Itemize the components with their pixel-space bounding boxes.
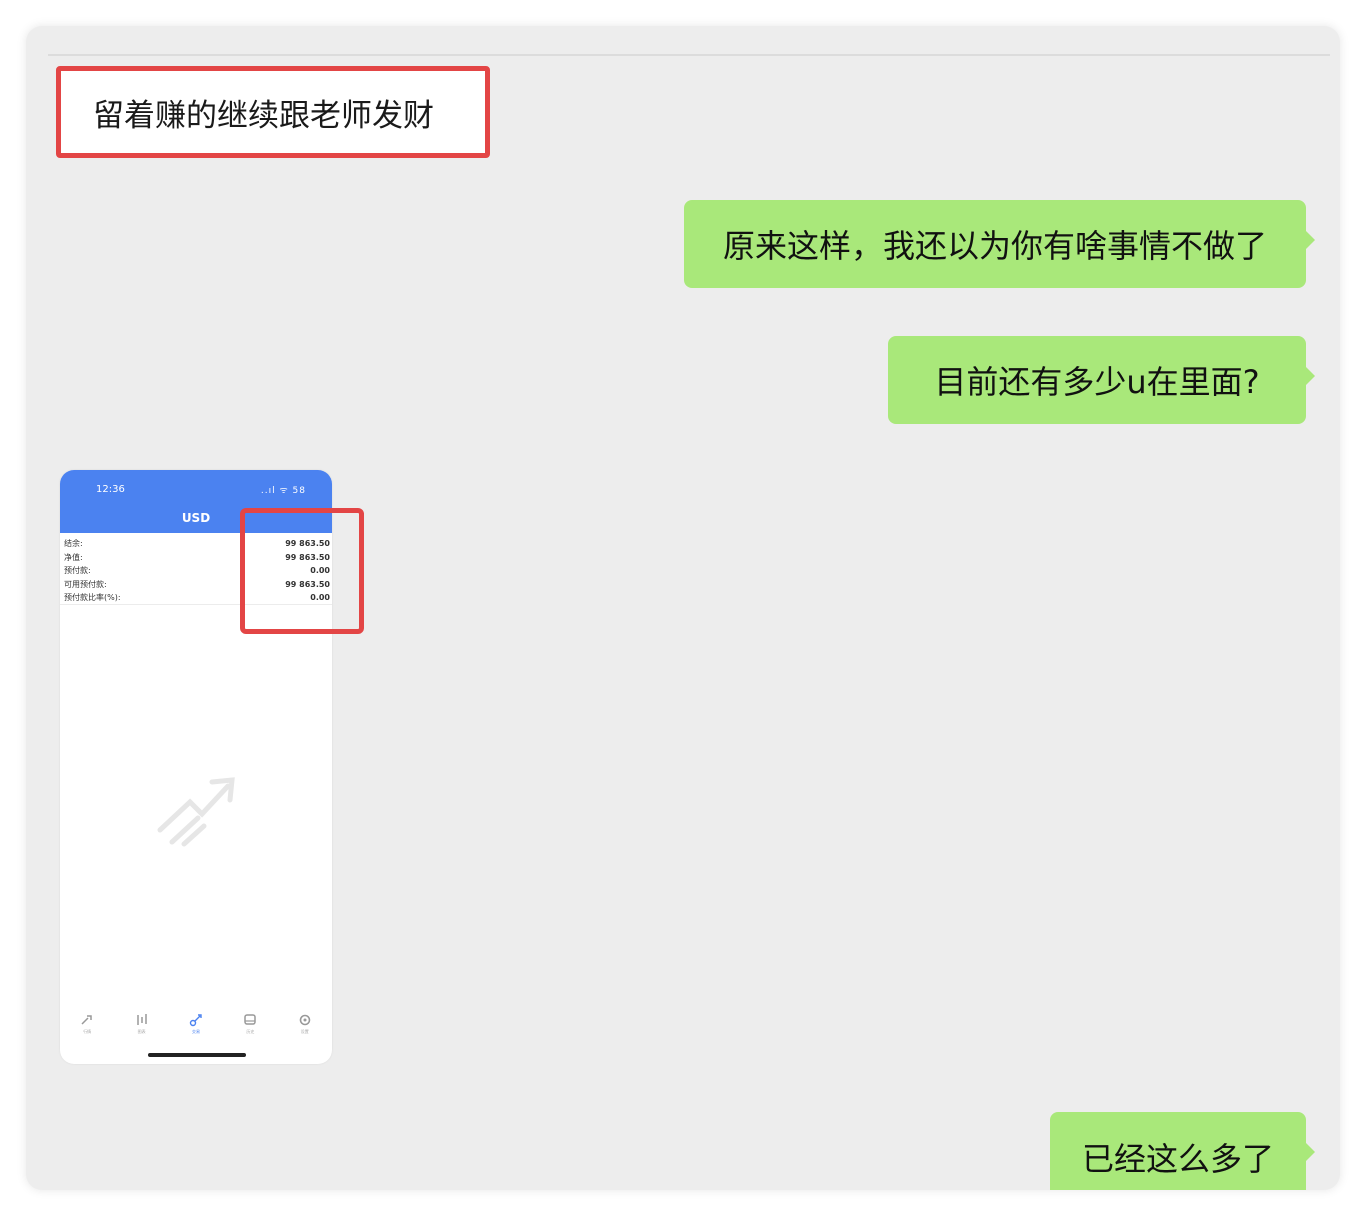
history-icon bbox=[244, 1014, 257, 1025]
phone-time: 12:36 bbox=[96, 484, 125, 495]
outgoing-message-text: 已经这么多了 bbox=[1081, 1140, 1274, 1178]
settings-icon bbox=[299, 1014, 311, 1026]
tab-label: 图表 bbox=[137, 1029, 146, 1034]
tab-history[interactable]: 历史 bbox=[230, 1012, 270, 1042]
home-indicator bbox=[148, 1053, 246, 1057]
tab-chart[interactable]: 图表 bbox=[122, 1012, 162, 1042]
tab-quotes[interactable]: 行情 bbox=[67, 1012, 107, 1042]
account-row-label: 预付款比率(%): bbox=[64, 593, 121, 602]
highlight-annotation-box bbox=[240, 508, 364, 634]
outgoing-message-1[interactable]: 原来这样，我还以为你有啥事情不做了 bbox=[684, 200, 1315, 288]
tab-settings[interactable]: 设置 bbox=[285, 1012, 325, 1042]
phone-status-icons: ..ıl ᯤ 58 bbox=[260, 486, 306, 496]
account-row-label: 结余: bbox=[64, 539, 83, 548]
top-divider bbox=[48, 54, 1330, 56]
account-row-label: 预付款: bbox=[64, 566, 91, 575]
account-row-label: 净值: bbox=[64, 552, 83, 562]
trade-icon bbox=[189, 1014, 202, 1027]
tab-label: 历史 bbox=[246, 1029, 255, 1034]
incoming-message[interactable]: 留着赚的继续跟老师发财 bbox=[56, 66, 490, 158]
outgoing-message-2[interactable]: 目前还有多少u在里面? bbox=[888, 336, 1315, 424]
account-row-label: 可用预付款: bbox=[64, 579, 107, 589]
incoming-message-text: 留着赚的继续跟老师发财 bbox=[93, 97, 434, 134]
trend-placeholder-icon bbox=[157, 777, 235, 847]
tab-label: 设置 bbox=[300, 1029, 309, 1034]
phone-tab-bar: 行情 图表 交易 历史 设置 bbox=[60, 1012, 332, 1042]
tab-trade[interactable]: 交易 bbox=[176, 1012, 216, 1042]
tab-label: 行情 bbox=[83, 1029, 92, 1034]
chat-panel: 留着赚的继续跟老师发财 原来这样，我还以为你有啥事情不做了 目前还有多少u在里面… bbox=[26, 26, 1340, 1190]
tab-label: 交易 bbox=[191, 1029, 200, 1034]
outgoing-message-text: 目前还有多少u在里面? bbox=[934, 363, 1260, 401]
outgoing-message-text: 原来这样，我还以为你有啥事情不做了 bbox=[722, 227, 1267, 265]
outgoing-message-3[interactable]: 已经这么多了 bbox=[1050, 1112, 1315, 1190]
chart-icon bbox=[136, 1014, 147, 1025]
quotes-icon bbox=[81, 1015, 92, 1025]
